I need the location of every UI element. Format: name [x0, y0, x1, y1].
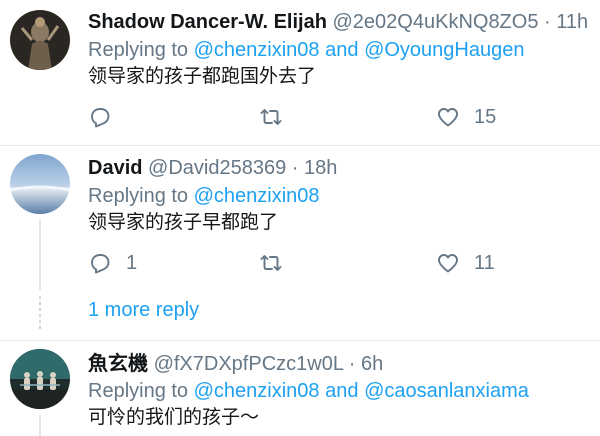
- replying-label: Replying to: [88, 185, 189, 207]
- retweet-icon: [260, 109, 282, 125]
- tweet-text: 领导家的孩子早都跑了: [88, 211, 279, 233]
- user-handle[interactable]: @fX7DXpfPCzc1w0L: [154, 353, 344, 375]
- like-count: 11: [474, 251, 495, 274]
- separator-dot: ·: [544, 11, 551, 33]
- display-name[interactable]: David: [88, 157, 142, 179]
- like-count: 15: [474, 105, 497, 128]
- timestamp[interactable]: 18h: [304, 157, 337, 179]
- mention-link[interactable]: @caosanlanxiama: [364, 380, 529, 402]
- separator-dot: ·: [291, 157, 299, 179]
- user-handle[interactable]: @David258369: [148, 157, 286, 179]
- timestamp[interactable]: 11h: [556, 11, 588, 33]
- replying-to: Replying to @chenzixin08 and @caosanlanx…: [88, 379, 529, 403]
- retweet-icon: [260, 255, 282, 271]
- reply-button[interactable]: 1: [88, 249, 137, 277]
- avatar[interactable]: [10, 154, 70, 214]
- tweet[interactable]: Shadow Dancer-W. Elijah @2e02Q4uKkNQ8ZO5…: [0, 0, 600, 145]
- heart-icon: [438, 254, 458, 273]
- display-name[interactable]: 魚玄機: [88, 351, 148, 375]
- mention-link[interactable]: @chenzixin08: [194, 380, 320, 402]
- mention-link[interactable]: @OyoungHaugen: [364, 39, 524, 61]
- replying-to: Replying to @chenzixin08 and @OyoungHaug…: [88, 38, 524, 62]
- display-name[interactable]: Shadow Dancer-W. Elijah: [88, 11, 327, 33]
- like-button[interactable]: 15: [436, 103, 496, 131]
- mention-link[interactable]: @chenzixin08: [194, 39, 320, 61]
- avatar[interactable]: [10, 10, 70, 70]
- separator-dot: ·: [348, 353, 356, 375]
- reply-icon: [91, 254, 110, 274]
- replying-label: Replying to: [88, 39, 189, 61]
- tweet-actions: 1 11: [88, 249, 588, 277]
- replying-label: Replying to: [88, 380, 189, 402]
- tweet-text: 可怜的我们的孩子～: [88, 406, 260, 428]
- show-more-replies-link[interactable]: 1 more reply: [88, 299, 199, 322]
- and-text: and: [325, 39, 359, 61]
- retweet-button[interactable]: [259, 249, 297, 277]
- reply-icon: [91, 108, 110, 128]
- tweet-actions: 15: [88, 103, 588, 131]
- and-text: and: [325, 380, 359, 402]
- thread-dots: [39, 296, 41, 330]
- mention-link[interactable]: @chenzixin08: [194, 185, 320, 207]
- replying-to: Replying to @chenzixin08: [88, 184, 320, 208]
- reply-button[interactable]: [88, 103, 126, 131]
- like-button[interactable]: 11: [436, 249, 495, 277]
- timestamp[interactable]: 6h: [361, 353, 383, 375]
- tweet[interactable]: 魚玄機 @fX7DXpfPCzc1w0L · 6h Replying to @c…: [0, 341, 600, 436]
- thread-line: [39, 220, 41, 290]
- user-handle[interactable]: @2e02Q4uKkNQ8ZO5: [333, 11, 539, 33]
- retweet-button[interactable]: [259, 103, 297, 131]
- reply-count: 1: [126, 251, 138, 274]
- tweet-text: 领导家的孩子都跑国外去了: [88, 65, 317, 87]
- heart-icon: [438, 108, 458, 127]
- thread-line: [39, 415, 41, 436]
- avatar[interactable]: [10, 349, 70, 409]
